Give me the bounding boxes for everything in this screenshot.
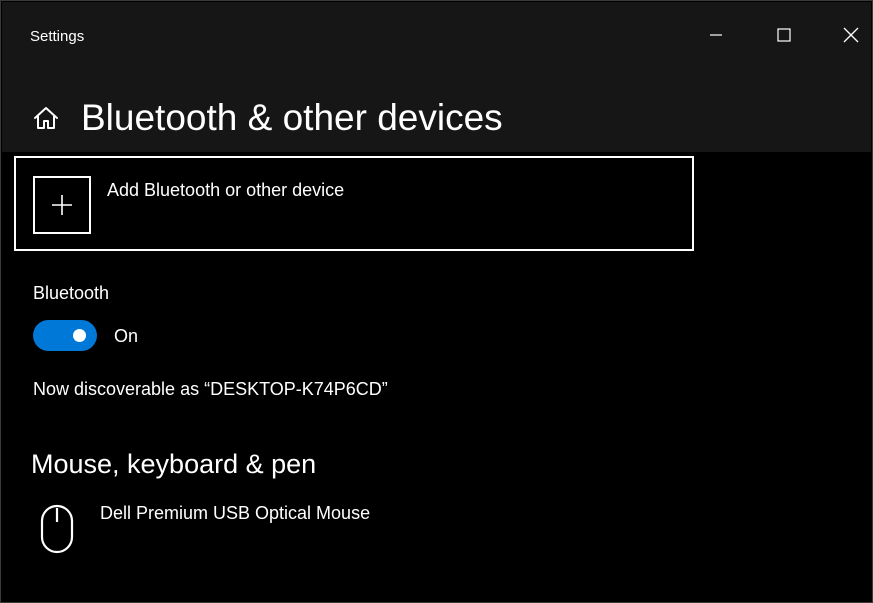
- close-button[interactable]: [818, 2, 873, 68]
- discoverable-text: Now discoverable as “DESKTOP-K74P6CD”: [33, 379, 388, 399]
- minimize-icon: [710, 34, 722, 36]
- device-name: Dell Premium USB Optical Mouse: [100, 503, 371, 523]
- bluetooth-toggle-state: On: [114, 326, 139, 346]
- page-header: Bluetooth & other devices: [31, 93, 503, 143]
- close-icon: [843, 27, 859, 43]
- add-device-label: Add Bluetooth or other device: [107, 180, 345, 200]
- page-title: Bluetooth & other devices: [81, 97, 503, 138]
- maximize-button[interactable]: [751, 2, 817, 68]
- section-heading-mouse-keyboard-pen: Mouse, keyboard & pen: [31, 449, 317, 479]
- bluetooth-toggle[interactable]: [33, 320, 97, 351]
- add-device-button[interactable]: Add Bluetooth or other device: [14, 156, 694, 251]
- maximize-icon: [777, 28, 791, 42]
- plus-icon: [52, 195, 72, 215]
- plus-icon-box: [33, 176, 91, 234]
- device-item[interactable]: Dell Premium USB Optical Mouse: [31, 498, 631, 558]
- home-icon[interactable]: [31, 103, 61, 133]
- toggle-knob: [73, 329, 86, 342]
- mouse-icon: [40, 504, 74, 554]
- minimize-button[interactable]: [683, 2, 749, 68]
- settings-window: Settings Bluetooth & other devices Add B…: [0, 0, 873, 603]
- bluetooth-label: Bluetooth: [33, 283, 110, 303]
- window-title: Settings: [30, 28, 85, 45]
